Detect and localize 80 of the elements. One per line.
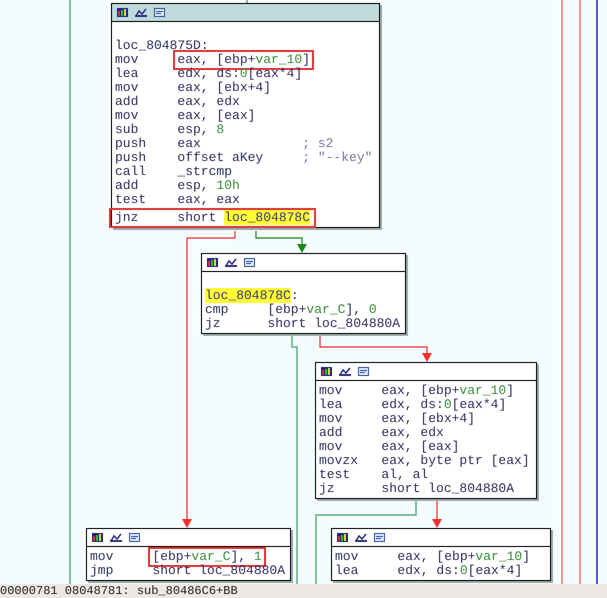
mnemonic: lea [319,397,342,412]
status-bar: 00000781 08048781: sub_80486C6+BB [0,584,607,598]
comment-text: ; "--key" [302,151,372,165]
operands: esp, 10h [177,178,240,193]
operands: eax, [eax] [381,439,460,454]
edge-arrow [432,499,442,528]
mnemonic: cmp [205,302,228,317]
mnemonic: jnz [115,210,138,225]
chart-icon[interactable] [355,533,367,542]
window-icon[interactable] [154,8,165,17]
chart-icon[interactable] [110,533,122,542]
mnemonic: jz [319,481,335,496]
mnemonic: push [115,150,146,165]
mnemonic: mov [335,549,358,564]
operands: eax, eax [177,192,240,207]
operands: [ebp+var_C], 0 [267,302,377,317]
comment-text: ; s2 [302,137,334,151]
operands: edx, ds:0[eax*4] [177,66,302,81]
mnemonic: mov [115,80,138,95]
operands: offset aKey [177,150,264,165]
mnemonic: add [115,94,138,109]
operands: edx, ds:0[eax*4] [381,397,506,412]
graph-colors-icon[interactable] [117,8,128,17]
operands: _strcmp [177,164,232,179]
operands: short loc_804880A [152,563,286,578]
operands: short loc_804880A [267,316,400,331]
operands: short loc_804880A [381,481,514,496]
window-icon[interactable] [129,533,140,542]
operands: edx, ds:0[eax*4] [397,563,522,578]
operands: esp, 8 [177,122,224,137]
operands: short loc_804878C [177,210,310,225]
chart-icon[interactable] [339,367,351,376]
mnemonic: mov [319,439,342,454]
operands: al, al [381,467,428,482]
operands: eax, [eax] [177,108,256,123]
mnemonic: lea [115,66,138,81]
operands: eax, [ebp+var_10] [177,52,310,67]
mnemonic: sub [115,122,138,137]
operands: eax, [ebx+4] [381,411,476,426]
operands: eax, edx [381,425,444,440]
graph-node[interactable]: mov [ebp+var_C], 1 jmp short loc_804880A [86,528,291,581]
graph-node[interactable]: mov eax, [ebp+var_10] lea edx, ds:0[eax*4] mov eax, [ebx+4] add eax, edx mov eax, [eax] movzx eax, byte ptr [eax] test al, al jz short loc_804880A [315,362,537,499]
operands: eax, [ebp+var_10] [381,383,514,398]
mnemonic: lea [335,563,358,578]
graph-colors-icon[interactable] [321,367,332,376]
operands: eax, edx [177,94,240,109]
window-icon[interactable] [374,533,385,542]
mnemonic: add [319,425,342,440]
mnemonic: mov [319,411,342,426]
mnemonic: test [319,467,350,482]
graph-colors-icon[interactable] [207,258,218,267]
graph-colors-icon[interactable] [92,533,103,542]
mnemonic: movzx [319,453,358,468]
graph-node[interactable]: loc_804878C: cmp [ebp+var_C], 0 jz short loc_804880A [201,253,406,334]
graph-canvas[interactable] [0,0,607,584]
mnemonic: mov [319,383,342,398]
mnemonic: jz [205,316,221,331]
mnemonic: jmp [90,563,114,578]
operands: eax [177,136,201,151]
mnemonic: add [115,178,138,193]
mnemonic: test [115,192,146,207]
operands: eax, byte ptr [eax] [381,453,530,468]
mnemonic: call [115,164,146,179]
location-label: loc_804875D: [115,38,209,53]
window-icon[interactable] [358,367,369,376]
mnemonic: mov [90,549,114,564]
mnemonic: mov [115,108,138,123]
graph-node[interactable] [111,3,380,228]
operands: eax, [ebp+var_10] [397,549,530,564]
mnemonic: push [115,136,146,151]
operands: eax, [ebx+4] [177,80,272,95]
edge-line [246,0,248,3]
chart-icon[interactable] [225,258,237,267]
graph-node[interactable]: mov eax, [ebp+var_10] lea edx, ds:0[eax*4] [331,528,551,581]
edge-arrow [255,231,307,253]
mnemonic: mov [115,52,138,67]
operands: [ebp+var_C], 1 [152,549,262,564]
graph-colors-icon[interactable] [337,533,348,542]
chart-icon[interactable] [135,8,147,17]
window-icon[interactable] [244,258,255,267]
